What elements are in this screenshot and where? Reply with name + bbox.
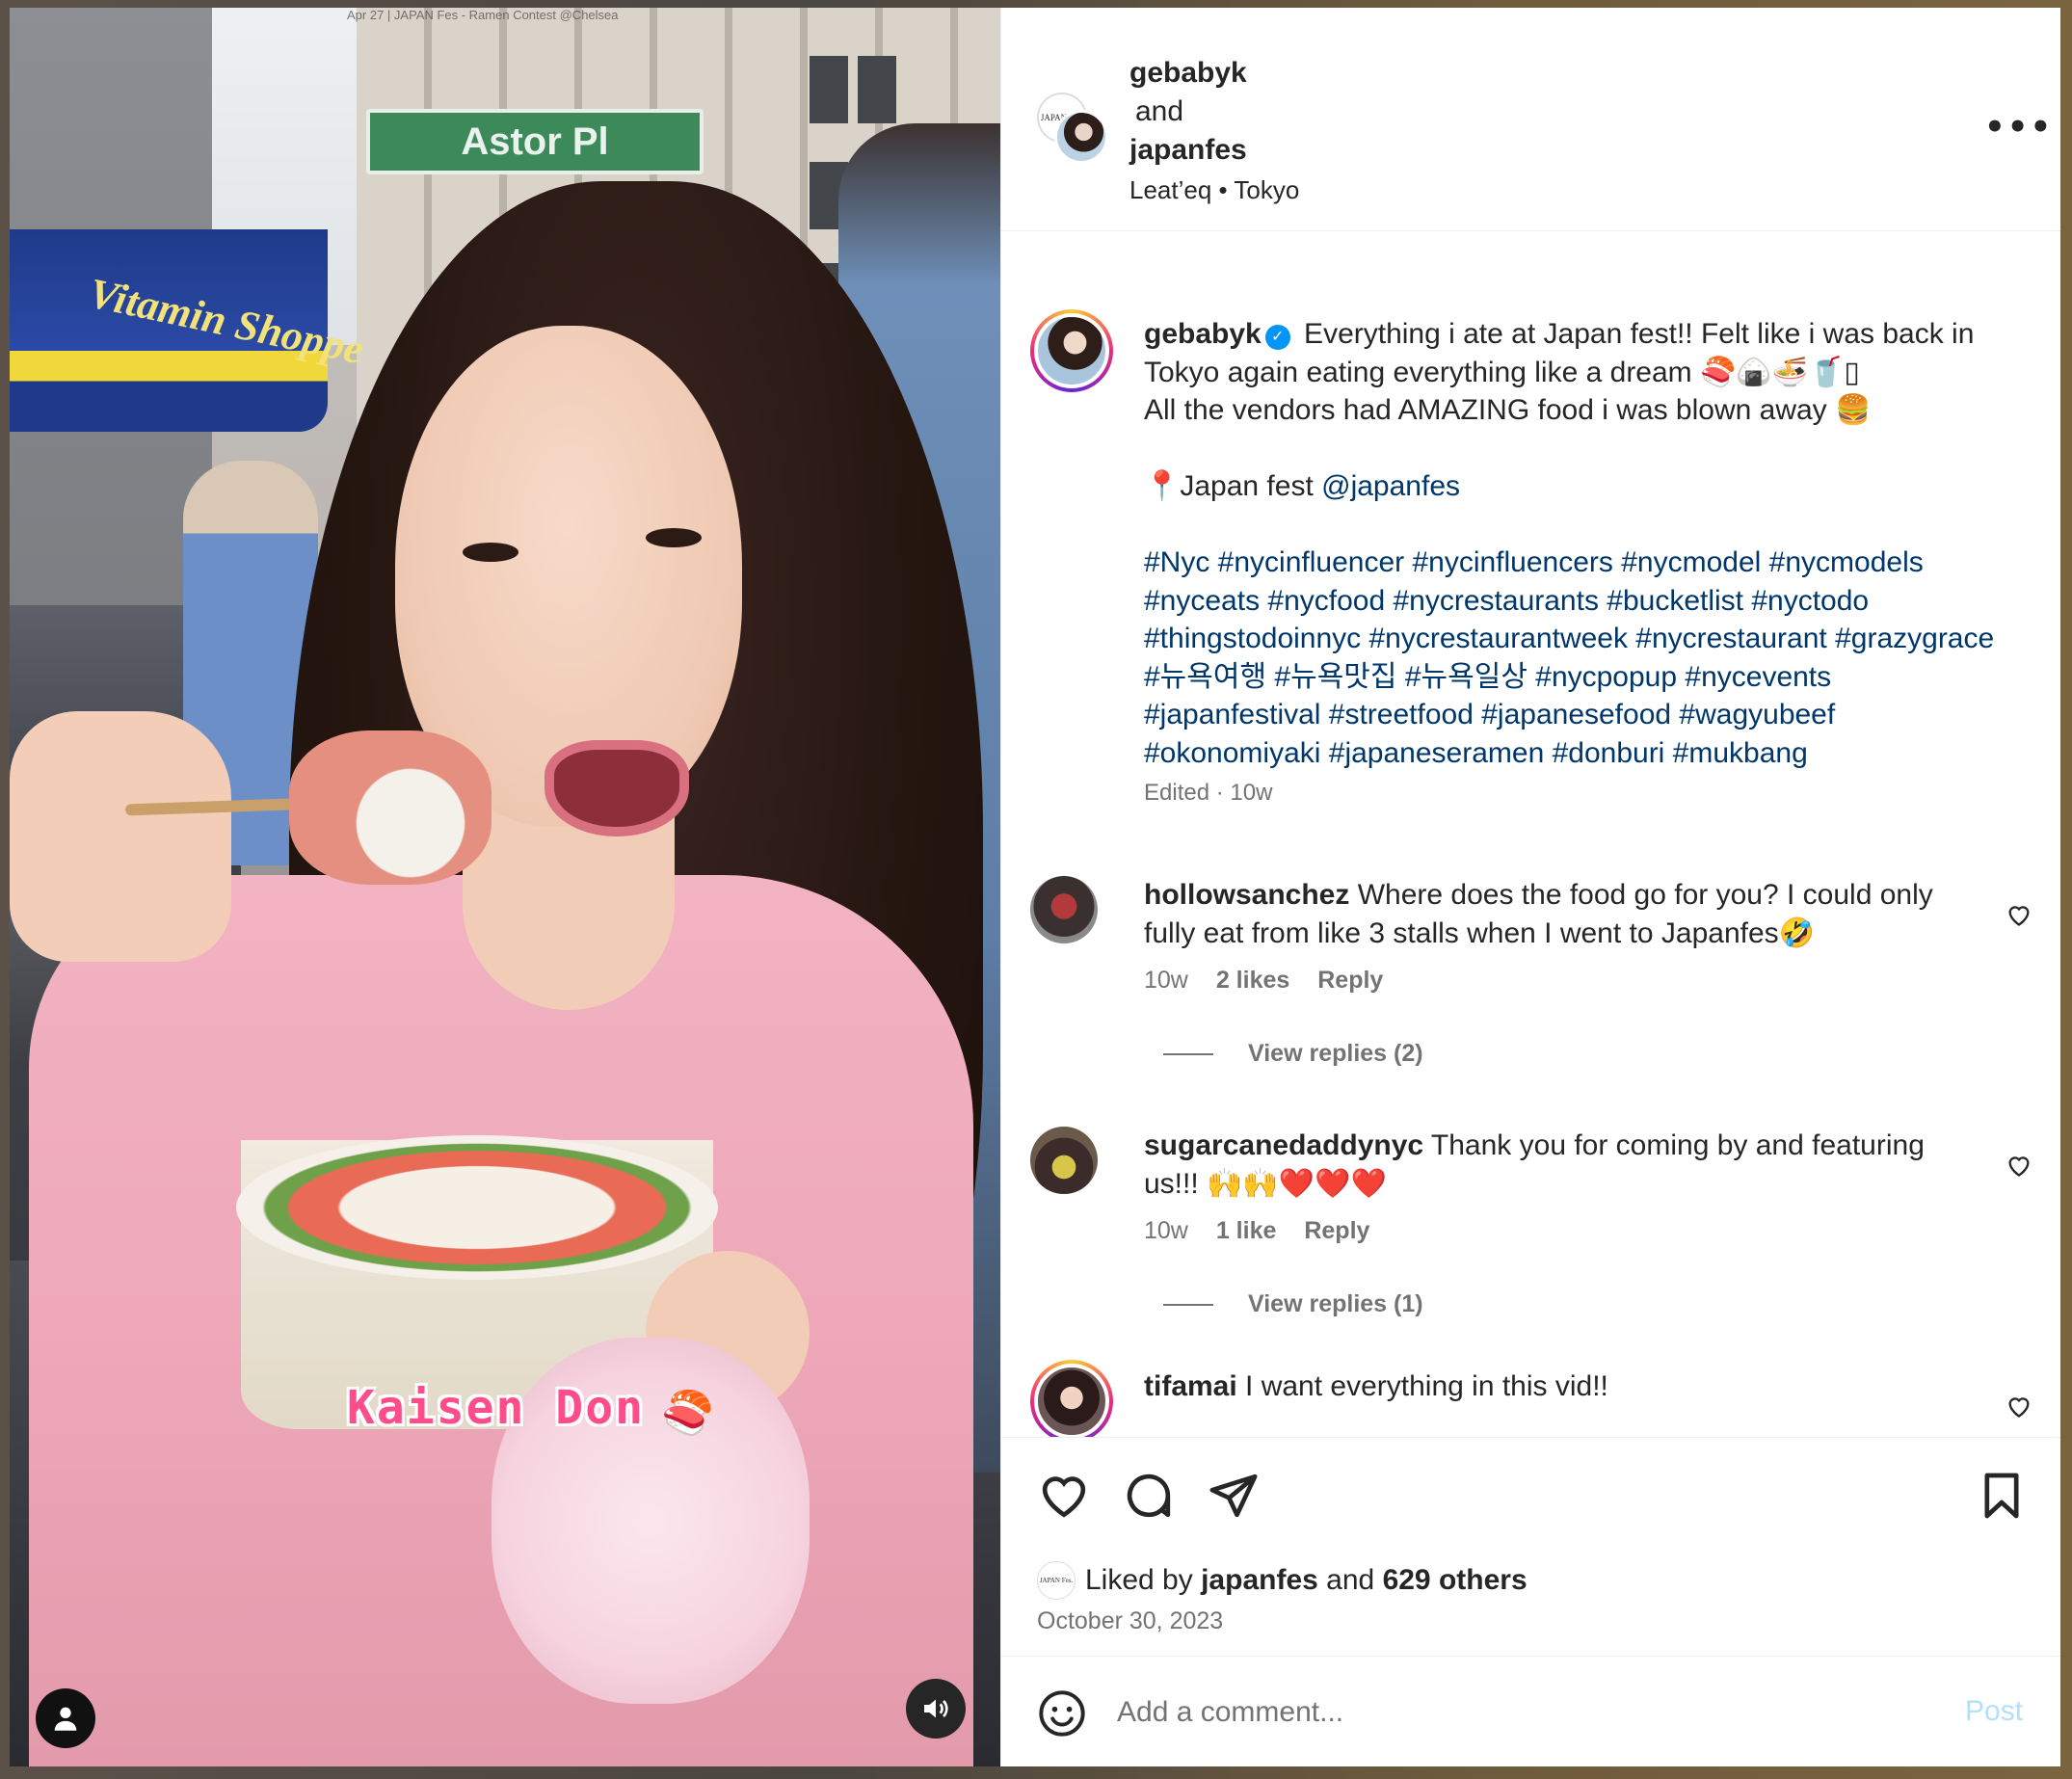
- subject-hand: [10, 711, 231, 962]
- avatar: [1054, 110, 1108, 164]
- reply-button[interactable]: Reply: [1317, 967, 1383, 994]
- view-replies-label: View replies (1): [1248, 1290, 1423, 1317]
- comment-username-link[interactable]: hollowsanchez: [1144, 879, 1349, 911]
- video-top-caption: Apr 27 | JAPAN Fes - Ramen Contest @Chel…: [347, 8, 619, 22]
- collab-avatars[interactable]: JAPAN Fes.: [1037, 93, 1108, 164]
- comment-likes-link[interactable]: 2 likes: [1216, 967, 1289, 994]
- mention-link[interactable]: @japanfes: [1321, 470, 1460, 502]
- like-comment-heart-icon[interactable]: [2006, 901, 2032, 928]
- comment-username-link[interactable]: tifamai: [1144, 1370, 1237, 1402]
- verified-badge-icon: ✓: [1264, 325, 1290, 350]
- food-bowl-contents: [236, 1135, 718, 1280]
- post-media-video[interactable]: Apr 27 | JAPAN Fes - Ramen Contest @Chel…: [10, 8, 1000, 1766]
- comment-meta: 10w 1 like Reply: [1144, 1217, 1391, 1245]
- view-replies-label: View replies (2): [1248, 1040, 1423, 1067]
- liked-by-label: Liked by: [1085, 1564, 1193, 1596]
- tagged-users-button[interactable]: [36, 1688, 95, 1748]
- comment-text: tifamai I want everything in this vid!!: [1144, 1367, 1944, 1406]
- divider: [1163, 1053, 1213, 1056]
- share-paper-plane-icon[interactable]: [1207, 1469, 1261, 1523]
- caption-meta: Edited · 10w: [1144, 780, 1273, 806]
- add-comment-bar: Post: [1001, 1656, 2060, 1766]
- post-modal: Apr 27 | JAPAN Fes - Ramen Contest @Chel…: [10, 8, 2060, 1766]
- comment-likes-link[interactable]: 1 like: [1216, 1217, 1277, 1244]
- location-link[interactable]: Leat’eq • Tokyo: [1129, 175, 1299, 205]
- header-username-link[interactable]: japanfes: [1129, 134, 1247, 166]
- subject-eye: [463, 543, 518, 562]
- person-icon: [54, 1707, 77, 1731]
- post-details-panel: JAPAN Fes. gebabyk and japanfes Leat’eq …: [1000, 8, 2060, 1766]
- comment-time: 10w: [1144, 1217, 1188, 1244]
- post-comment-button[interactable]: Post: [1965, 1695, 2023, 1728]
- divider: [1163, 1304, 1213, 1307]
- sushi-bite: [289, 730, 491, 885]
- avatar[interactable]: [1030, 1360, 1113, 1437]
- view-replies-button[interactable]: View replies (2): [1163, 1040, 1423, 1068]
- like-comment-heart-icon[interactable]: [2006, 1152, 2032, 1179]
- avatar[interactable]: [1030, 1127, 1098, 1194]
- liked-by-user-link[interactable]: japanfes: [1201, 1564, 1318, 1597]
- emoji-smiley-icon[interactable]: [1037, 1688, 1087, 1739]
- avatar[interactable]: [1030, 309, 1113, 392]
- liked-by-row: JAPAN Fes. Liked by japanfes and 629 oth…: [1037, 1561, 1527, 1600]
- avatar[interactable]: [1030, 876, 1098, 943]
- reply-button[interactable]: Reply: [1304, 1217, 1369, 1244]
- save-bookmark-icon[interactable]: [1975, 1469, 2029, 1523]
- like-heart-icon[interactable]: [1037, 1469, 1091, 1523]
- like-comment-heart-icon[interactable]: [2006, 1393, 2032, 1420]
- liked-by-and: and: [1326, 1564, 1375, 1596]
- scene-window: [810, 56, 848, 123]
- comment-meta: 10w 2 likes Reply: [1144, 967, 1404, 995]
- avatar[interactable]: JAPAN Fes.: [1037, 1561, 1076, 1600]
- liked-by-others-link[interactable]: 629 others: [1383, 1564, 1527, 1597]
- subject-eye: [646, 528, 702, 547]
- hashtags[interactable]: #Nyc #nycinfluencer #nycinfluencers #nyc…: [1144, 546, 2003, 769]
- comments-scroll-area[interactable]: gebabyk ✓ Everything i ate at Japan fest!…: [1001, 232, 2060, 1437]
- more-options-button[interactable]: •••: [1984, 108, 2053, 146]
- comment-bubble-icon[interactable]: [1122, 1469, 1176, 1523]
- comment-time: 10w: [1144, 967, 1188, 994]
- comment-text: hollowsanchez Where does the food go for…: [1144, 876, 1944, 952]
- comment-body: I want everything in this vid!!: [1236, 1370, 1608, 1402]
- scene-window: [858, 56, 896, 123]
- avatar-logo-text: JAPAN Fes.: [1039, 1577, 1074, 1584]
- street-sign: Astor Pl: [366, 109, 704, 174]
- comment-text: sugarcanedaddynyc Thank you for coming b…: [1144, 1127, 1944, 1203]
- video-overlay-caption: Kaisen Don: [347, 1381, 645, 1435]
- header-usernames: gebabyk and japanfes: [1129, 54, 1247, 170]
- header-and-text: and: [1135, 95, 1184, 127]
- header-username-link[interactable]: gebabyk: [1129, 57, 1247, 89]
- audio-toggle-button[interactable]: [906, 1679, 966, 1739]
- comment-username-link[interactable]: sugarcanedaddynyc: [1144, 1129, 1423, 1161]
- comment-input[interactable]: [1117, 1686, 1907, 1739]
- post-date[interactable]: October 30, 2023: [1037, 1607, 1223, 1635]
- view-replies-button[interactable]: View replies (1): [1163, 1290, 1423, 1318]
- caption-username-link[interactable]: gebabyk: [1144, 318, 1262, 350]
- post-header: JAPAN Fes. gebabyk and japanfes Leat’eq …: [1001, 8, 2060, 231]
- speaker-icon: [924, 1699, 948, 1718]
- video-overlay-emoji: 🍣: [661, 1390, 714, 1437]
- subject-mouth: [545, 740, 689, 836]
- caption-text: gebabyk ✓ Everything i ate at Japan fest!…: [1144, 315, 2011, 810]
